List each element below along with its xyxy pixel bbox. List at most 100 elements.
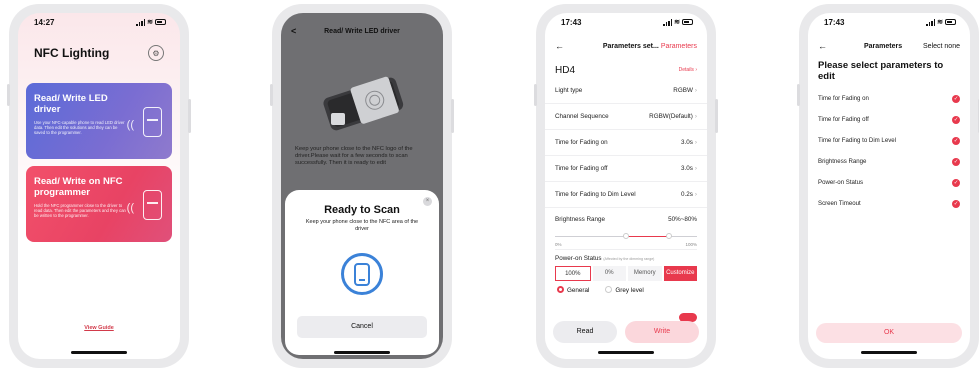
radio-label: Grey level	[615, 287, 644, 294]
nfc-waves-icon: ((	[126, 202, 134, 214]
sheet-title: Ready to Scan	[324, 204, 400, 216]
home-indicator	[598, 351, 654, 354]
read-write-nfc-programmer-card[interactable]: Read/ Write on NFC programmer Hold the N…	[26, 166, 172, 242]
page-title: Parameters	[864, 42, 903, 50]
close-icon[interactable]: ×	[423, 197, 432, 206]
page-title: Read/ Write LED driver	[324, 27, 400, 35]
signal-icon	[663, 18, 673, 26]
brightness-slider[interactable]: 0% 100%	[555, 230, 697, 250]
battery-icon	[945, 19, 956, 25]
phone-icon	[354, 262, 370, 286]
parameters-screen: 17:43 ≋ ← Parameters set... Parameters H…	[545, 13, 707, 359]
phone-home: 14:27 ≋ NFC Lighting ⚙ Read/ Write LED d…	[7, 4, 191, 368]
row-value-group: RGBW ›	[673, 87, 697, 94]
check-icon[interactable]: ✓	[952, 157, 960, 166]
status-time: 17:43	[561, 17, 582, 27]
radio-selected-icon	[557, 286, 564, 293]
nfc-scan-icon	[341, 253, 383, 295]
card-description: Use your NFC-capable phone to read LED d…	[34, 120, 125, 136]
status-icons: ≋	[136, 18, 166, 26]
parameters-link[interactable]: Parameters	[661, 43, 697, 50]
selectable-row[interactable]: Time for Fading off ✓	[808, 109, 970, 130]
check-icon[interactable]: ✓	[952, 115, 960, 124]
power-note: (Affected by the dimming range)	[603, 257, 655, 261]
row-label: Light type	[555, 87, 583, 94]
check-icon[interactable]: ✓	[952, 199, 960, 208]
phone-parameters: 17:43 ≋ ← Parameters set... Parameters H…	[534, 4, 718, 368]
selectable-row[interactable]: Brightness Range ✓	[808, 151, 970, 172]
brightness-range-row[interactable]: Brightness Range 50%~80%	[545, 208, 707, 230]
selectable-row[interactable]: Power-on Status ✓	[808, 172, 970, 193]
write-button[interactable]: Write	[625, 321, 699, 343]
chevron-right-icon: ›	[694, 165, 697, 172]
row-label: Power-on Status	[818, 179, 864, 186]
power-on-status-label: Power-on Status (Affected by the dimming…	[545, 250, 707, 262]
settings-button[interactable]: ⚙	[148, 45, 164, 61]
title-prefix: Parameters set...	[602, 42, 659, 50]
home-indicator	[334, 351, 390, 354]
nfc-waves-icon: ((	[126, 119, 134, 131]
details-link[interactable]: Details ›	[679, 67, 697, 73]
phone-select-parameters: 17:43 ≋ ← Parameters Select none Please …	[797, 4, 979, 368]
signal-icon	[136, 18, 146, 26]
card-description: Hold the NFC programmer close to the dri…	[34, 203, 126, 219]
row-value-group: RGBW(Default) ›	[649, 113, 697, 120]
parameter-row[interactable]: Time for Fading on 3.0s ›	[545, 130, 707, 156]
option-customize[interactable]: Customize	[663, 266, 697, 281]
parameter-row[interactable]: Time for Fading to Dim Level 0.2s ›	[545, 182, 707, 208]
wifi-icon: ≋	[147, 18, 153, 26]
radio-general[interactable]: General	[557, 286, 589, 294]
view-guide-link[interactable]: View Guide	[18, 325, 180, 331]
check-icon[interactable]: ✓	[952, 94, 960, 103]
read-button[interactable]: Read	[553, 321, 617, 343]
power-label: Power-on Status	[555, 255, 602, 262]
parameter-row[interactable]: Channel Sequence RGBW(Default) ›	[545, 104, 707, 130]
row-label: Channel Sequence	[555, 113, 609, 120]
option-memory[interactable]: Memory	[628, 266, 662, 281]
chevron-right-icon: ›	[694, 191, 697, 198]
cancel-button[interactable]: Cancel	[297, 316, 427, 338]
select-none-button[interactable]: Select none	[923, 43, 960, 50]
selectable-row[interactable]: Time for Fading on ✓	[808, 88, 970, 109]
wifi-icon: ≋	[674, 18, 680, 26]
parameter-row[interactable]: Light type RGBW ›	[545, 78, 707, 104]
selectable-row[interactable]: Screen Timeout ✓	[808, 193, 970, 214]
row-label: Time for Fading on	[818, 95, 869, 102]
row-value-group: 3.0s ›	[681, 139, 697, 146]
selectable-row[interactable]: Time for Fading to Dim Level ✓	[808, 130, 970, 151]
back-arrow-icon[interactable]: ←	[818, 41, 827, 51]
row-label: Time for Fading to Dim Level	[555, 191, 636, 198]
row-value: 0.2s	[680, 191, 693, 198]
slider-handle-high[interactable]	[665, 233, 672, 239]
option-100[interactable]: 100%	[555, 266, 591, 281]
back-arrow-icon[interactable]: <	[291, 26, 296, 36]
chevron-right-icon: ›	[695, 67, 697, 73]
option-0[interactable]: 0%	[592, 266, 626, 281]
scan-screen: < Read/ Write LED driver Keep your phone…	[281, 13, 443, 359]
row-label: Screen Timeout	[818, 200, 861, 207]
card-title: Read/ Write on NFC programmer	[34, 176, 123, 198]
battery-icon	[682, 19, 693, 25]
home-header: NFC Lighting ⚙	[18, 31, 180, 61]
scan-header: < Read/ Write LED driver	[281, 17, 443, 45]
row-label: Time for Fading on	[555, 139, 608, 146]
power-on-options: 100% 0% Memory Customize	[555, 266, 697, 281]
phone-scan: < Read/ Write LED driver Keep your phone…	[270, 4, 454, 368]
status-time: 17:43	[824, 17, 845, 27]
details-label: Details	[678, 67, 694, 73]
back-arrow-icon[interactable]: ←	[555, 41, 564, 51]
radio-grey-level[interactable]: Grey level	[605, 286, 644, 294]
read-write-led-driver-card[interactable]: Read/ Write LED driver Use your NFC-capa…	[26, 83, 172, 159]
row-value: RGBW	[673, 87, 693, 94]
slider-handle-low[interactable]	[623, 233, 629, 239]
select-parameters-screen: 17:43 ≋ ← Parameters Select none Please …	[808, 13, 970, 359]
status-time: 14:27	[34, 17, 55, 27]
ok-button[interactable]: OK	[816, 323, 962, 343]
page-title: Parameters set... Parameters	[603, 43, 697, 50]
sheet-subtitle: Keep your phone close to the NFC area of…	[305, 219, 419, 232]
row-value: 50%~80%	[668, 215, 697, 223]
radio-label: General	[567, 287, 590, 294]
check-icon[interactable]: ✓	[952, 136, 960, 145]
check-icon[interactable]: ✓	[952, 178, 960, 187]
parameter-row[interactable]: Time for Fading off 3.0s ›	[545, 156, 707, 182]
